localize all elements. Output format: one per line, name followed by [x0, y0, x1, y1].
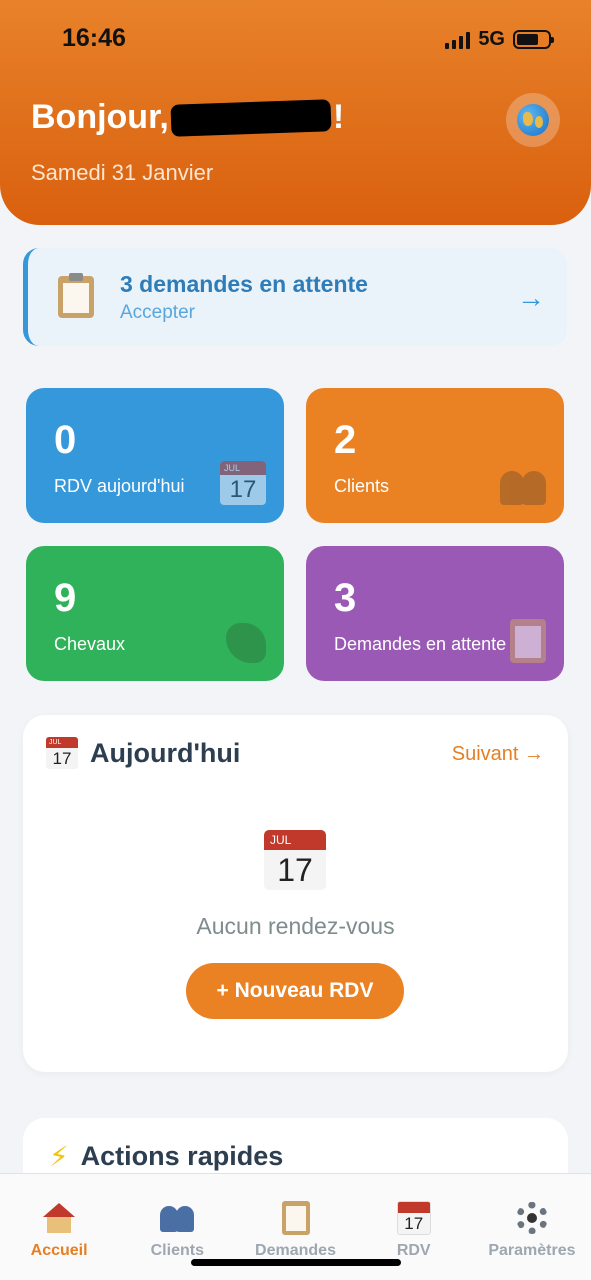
stat-value: 0 — [54, 418, 77, 462]
stat-value: 2 — [334, 418, 357, 462]
today-title: Aujourd'hui — [90, 737, 241, 768]
stat-label: RDV aujourd'hui — [54, 476, 185, 496]
calendar-icon: JUL 17 — [46, 737, 78, 769]
calendar-day: 17 — [277, 852, 313, 888]
greeting-prefix: Bonjour, — [31, 98, 169, 136]
battery-icon — [513, 30, 554, 49]
horse-icon — [226, 623, 266, 663]
calendar-day: 17 — [52, 749, 72, 768]
header: 16:46 5G Bonjour, ! Samedi 31 Janvier — [0, 0, 591, 225]
today-card: JUL 17 Aujourd'hui Suivant → JUL 17 Aucu… — [23, 715, 568, 1072]
stat-label: Demandes en attente — [334, 634, 507, 654]
pending-subtitle: Accepter — [120, 301, 195, 323]
stat-label: Clients — [334, 476, 390, 496]
tab-label: Paramètres — [488, 1242, 576, 1259]
calendar-day: 17 — [404, 1214, 424, 1233]
clipboard-icon — [510, 619, 546, 663]
clipboard-icon — [58, 273, 94, 318]
arrow-right-icon: → — [517, 282, 545, 313]
pending-title: 3 demandes en attente — [120, 270, 368, 297]
new-appointment-button[interactable]: + Nouveau RDV — [186, 963, 404, 1019]
language-button[interactable] — [506, 93, 560, 147]
calendar-month: JUL — [220, 461, 266, 475]
pending-requests-banner[interactable]: 3 demandes en attente Accepter → — [23, 248, 567, 346]
house-icon — [41, 1200, 77, 1236]
gear-icon — [514, 1200, 550, 1236]
greeting-suffix: ! — [332, 98, 345, 136]
current-date: Samedi 31 Janvier — [31, 160, 214, 185]
tab-parametres[interactable]: Paramètres — [473, 1174, 591, 1280]
network-type: 5G — [478, 28, 505, 50]
stat-value: 3 — [334, 576, 357, 620]
stat-label: Chevaux — [54, 634, 126, 654]
lightning-icon: ⚡ — [49, 1141, 69, 1172]
calendar-day: 17 — [229, 476, 257, 503]
calendar-icon: JUL 17 — [264, 830, 326, 890]
tab-label: RDV — [396, 1242, 431, 1259]
stat-card-horses[interactable]: 9 Chevaux — [26, 546, 284, 681]
status-time: 16:46 — [62, 24, 126, 52]
clipboard-icon — [278, 1200, 314, 1236]
stat-card-rdv-today[interactable]: 0 RDV aujourd'hui JUL 17 — [26, 388, 284, 523]
tab-accueil[interactable]: Accueil — [0, 1174, 118, 1280]
stat-value: 9 — [54, 576, 77, 620]
redacted-name — [170, 98, 332, 137]
empty-state-text: Aucun rendez-vous — [196, 913, 395, 939]
stat-card-clients[interactable]: 2 Clients — [306, 388, 564, 523]
greeting: Bonjour, ! — [31, 98, 344, 137]
tab-label: Accueil — [30, 1242, 88, 1259]
calendar-month: JUL — [264, 830, 326, 850]
calendar-icon: JUL 17 — [220, 461, 266, 505]
calendar-icon: 17 — [396, 1200, 432, 1236]
tab-label: Demandes — [255, 1242, 336, 1259]
quick-actions-title: Actions rapides — [80, 1141, 284, 1171]
calendar-month: JUL — [46, 737, 78, 748]
globe-icon — [517, 104, 549, 136]
home-indicator[interactable] — [191, 1259, 401, 1266]
status-indicators: 5G — [445, 28, 554, 51]
tab-label: Clients — [150, 1242, 204, 1259]
stat-card-pending[interactable]: 3 Demandes en attente — [306, 546, 564, 681]
people-icon — [500, 467, 546, 505]
signal-icon — [445, 31, 471, 49]
next-link[interactable]: Suivant → — [452, 743, 544, 766]
people-icon — [159, 1200, 195, 1236]
